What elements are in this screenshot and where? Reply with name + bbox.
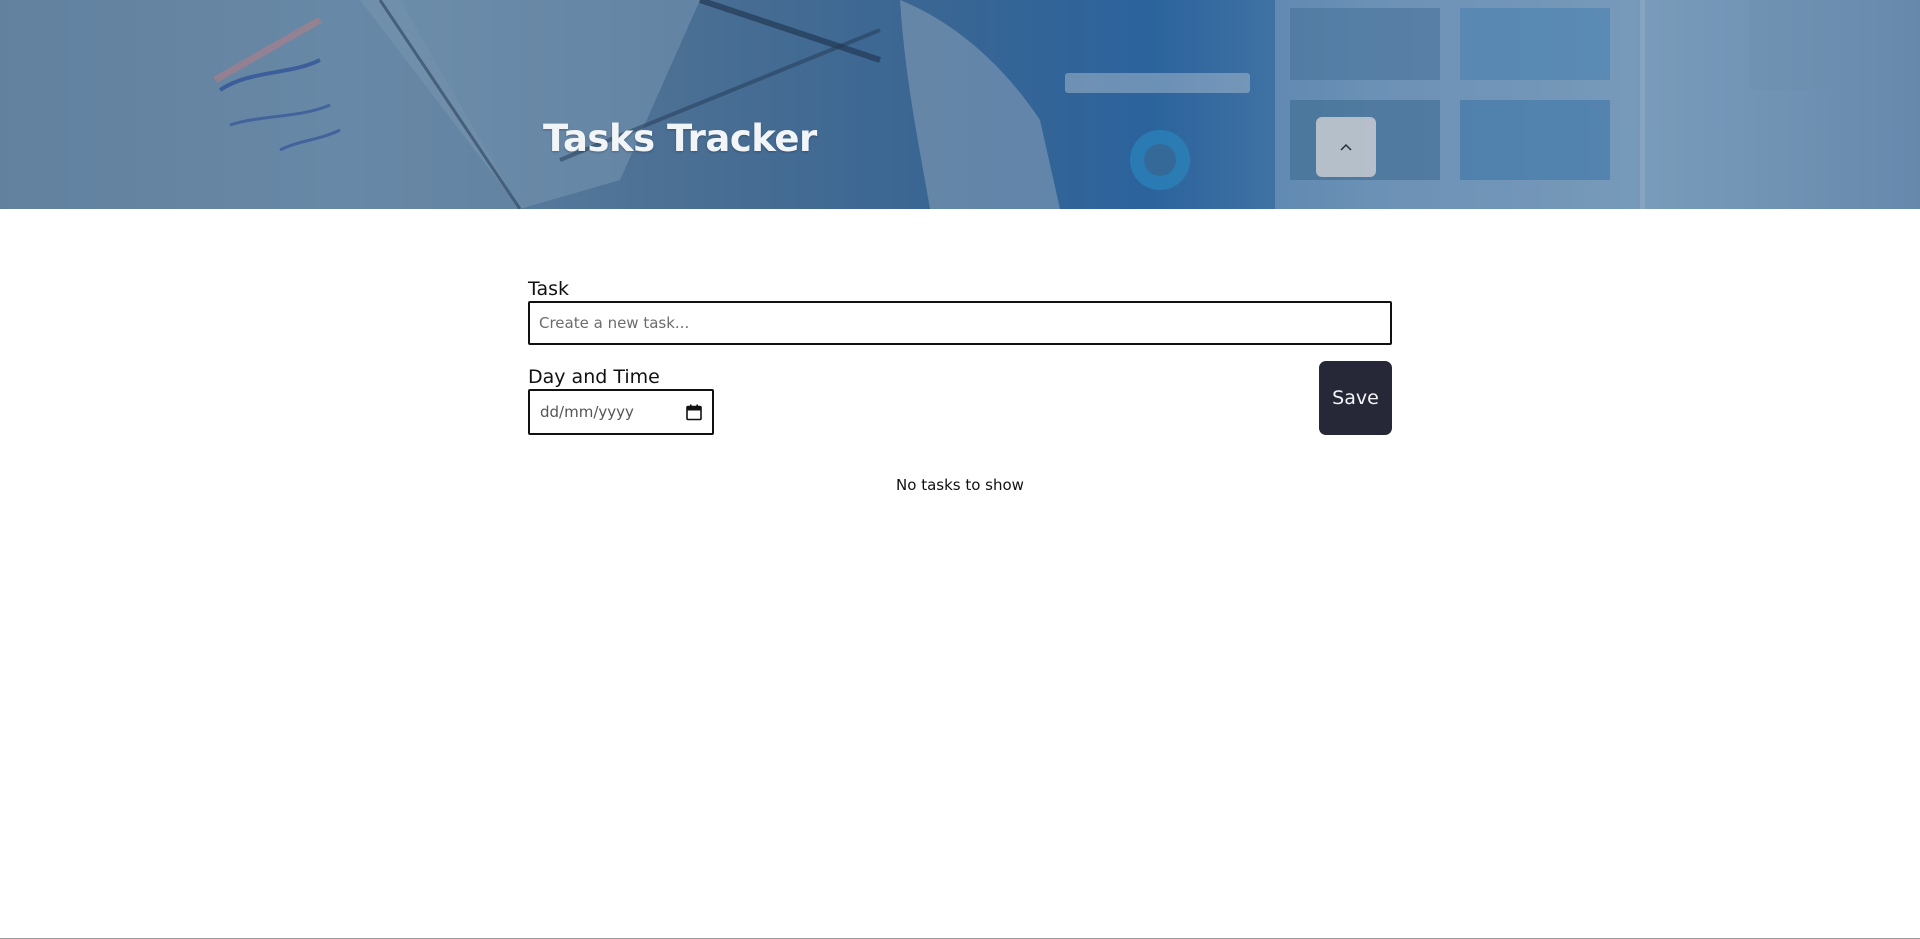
calendar-icon[interactable]	[686, 404, 702, 421]
chevron-up-icon	[1339, 142, 1353, 152]
day-time-input[interactable]: dd/mm/yyyy	[528, 389, 714, 435]
header-banner: Tasks Tracker	[0, 0, 1920, 209]
date-placeholder: dd/mm/yyyy	[540, 403, 634, 421]
task-input[interactable]	[528, 301, 1392, 345]
day-time-label: Day and Time	[528, 366, 660, 388]
page: Tasks Tracker Task Day and Time dd/mm/yy…	[0, 0, 1920, 939]
empty-tasks-message: No tasks to show	[896, 476, 1024, 494]
banner-overlay	[0, 0, 1920, 209]
save-button[interactable]: Save	[1319, 361, 1392, 435]
page-title: Tasks Tracker	[543, 117, 817, 160]
collapse-form-button[interactable]	[1316, 117, 1376, 177]
task-label: Task	[528, 278, 570, 300]
